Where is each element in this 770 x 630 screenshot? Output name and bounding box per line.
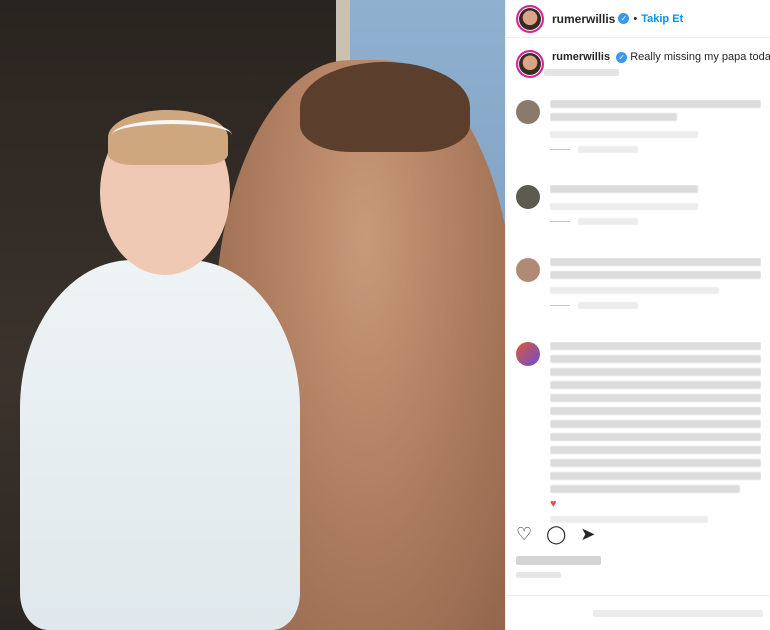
comment-body: ♥	[550, 342, 761, 528]
comment-avatar[interactable]	[516, 258, 540, 282]
comment-body	[550, 100, 761, 153]
post-caption: rumerwillis ✓ Really missing my papa tod…	[506, 38, 770, 78]
header-username[interactable]: rumerwillis	[552, 12, 615, 26]
comment-icon[interactable]: ◯	[546, 524, 566, 545]
post-header: rumerwillis ✓ • Takip Et	[506, 0, 770, 38]
comment-meta-redacted	[550, 203, 698, 210]
comment-text-redacted	[550, 485, 740, 493]
follow-button[interactable]: Takip Et	[641, 13, 683, 25]
header-separator: •	[633, 12, 638, 25]
comment-text-redacted	[550, 258, 761, 266]
comment-meta-redacted	[550, 287, 719, 294]
comment-text-redacted	[550, 368, 761, 376]
comment-text-redacted	[550, 394, 761, 402]
comment-meta-redacted	[550, 516, 709, 523]
comment-text-redacted	[550, 407, 761, 415]
verified-icon: ✓	[618, 13, 630, 24]
comment-item: ♥	[506, 342, 770, 528]
caption-text: Really missing my papa today.	[630, 51, 770, 63]
share-icon[interactable]: ➤	[580, 524, 595, 545]
comment-meta-redacted	[550, 131, 698, 138]
comment-item	[506, 185, 770, 225]
view-replies[interactable]	[550, 146, 761, 153]
comment-body	[550, 185, 761, 225]
avatar[interactable]	[516, 4, 544, 33]
comment-text-redacted	[550, 185, 698, 193]
caption-username[interactable]: rumerwillis	[552, 51, 610, 63]
replies-line	[550, 305, 570, 306]
like-icon[interactable]: ♡	[516, 524, 532, 545]
comment-text-redacted	[550, 459, 761, 467]
post-photo[interactable]	[0, 0, 505, 630]
add-comment-bar[interactable]	[506, 595, 770, 630]
comment-avatar[interactable]	[516, 100, 540, 124]
post-actions: ♡ ◯ ➤	[516, 524, 595, 545]
comment-item	[506, 258, 770, 309]
comment-body	[550, 258, 761, 309]
comment-text-redacted	[550, 381, 761, 389]
replies-label-redacted	[578, 146, 638, 153]
replies-line	[550, 221, 570, 222]
comment-text-redacted	[550, 271, 761, 279]
photo-man-hair	[300, 62, 470, 152]
comment-text-redacted	[550, 446, 761, 454]
comment-item	[506, 100, 770, 153]
replies-line	[550, 149, 570, 150]
caption-text-line: rumerwillis ✓ Really missing my papa tod…	[552, 50, 770, 65]
comment-text-redacted	[550, 433, 761, 441]
comment-text-redacted	[550, 100, 761, 108]
add-comment-placeholder-redacted	[593, 610, 763, 617]
comment-text-redacted	[550, 472, 761, 480]
heart-emoji-icon: ♥	[550, 498, 557, 510]
replies-label-redacted	[578, 218, 638, 225]
caption-avatar[interactable]	[516, 50, 544, 78]
caption-verified-icon: ✓	[616, 52, 628, 63]
comment-text-redacted	[550, 420, 761, 428]
photo-baby-dress	[20, 260, 300, 630]
post-sidebar: rumerwillis ✓ • Takip Et rumerwillis ✓ R…	[505, 0, 770, 630]
comment-avatar[interactable]	[516, 342, 540, 366]
likes-count-redacted[interactable]	[516, 556, 601, 565]
comment-text-redacted	[550, 113, 677, 121]
photo-headband	[112, 120, 232, 150]
comment-text-redacted	[550, 342, 761, 350]
caption-timestamp-redacted	[544, 69, 619, 76]
view-replies[interactable]	[550, 302, 761, 309]
comment-avatar[interactable]	[516, 185, 540, 209]
post-date-redacted	[516, 572, 561, 578]
comment-text-redacted	[550, 355, 761, 363]
replies-label-redacted	[578, 302, 638, 309]
view-replies[interactable]	[550, 218, 761, 225]
